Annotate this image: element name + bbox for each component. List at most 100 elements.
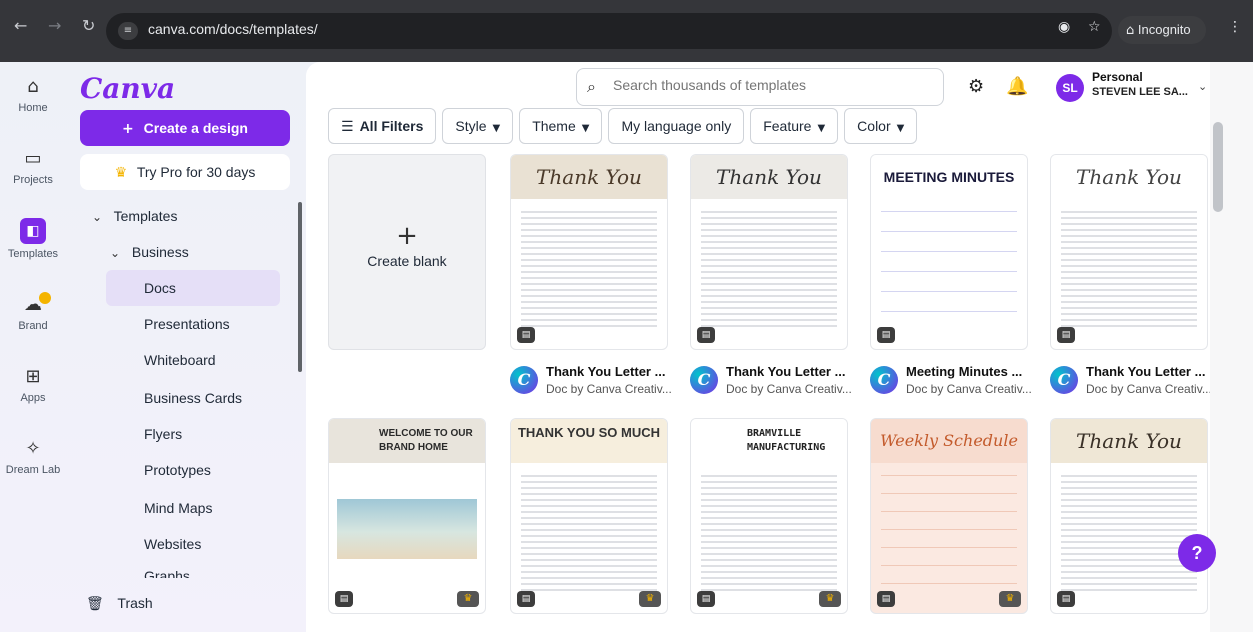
template-title[interactable]: Thank You Letter ... — [1086, 364, 1205, 379]
site-info-icon[interactable]: ≡ — [118, 22, 138, 40]
tree-item-graphs[interactable]: Graphs — [106, 564, 306, 578]
search-input[interactable] — [613, 77, 933, 93]
home-icon: ⌂ — [27, 76, 39, 97]
template-thumbnail[interactable]: WELCOME TO OUR BRAND HOME ▤ ♛ — [328, 418, 486, 614]
trash-button[interactable]: 🗑 Trash — [86, 595, 153, 612]
thumbnail-header: Thank You — [1051, 155, 1207, 199]
template-subtitle: Doc by Canva Creativ... — [1086, 382, 1212, 396]
template-title[interactable]: Thank You Letter ... — [726, 364, 845, 379]
rail-apps[interactable]: ⊞ Apps — [0, 366, 66, 404]
back-arrow-icon[interactable]: ← — [14, 16, 27, 35]
canva-app: ⌂ Home ▭ Projects ◧ Templates ☁ Brand ⊞ … — [0, 62, 1253, 632]
settings-icon[interactable]: ⚙ — [968, 76, 984, 97]
dream-lab-icon: ✧ — [25, 438, 41, 459]
tree-item-docs[interactable]: Docs — [106, 270, 280, 306]
crown-icon: ♛ — [114, 165, 128, 181]
color-filter[interactable]: Color ▼ — [844, 108, 918, 144]
scrollbar-thumb[interactable] — [1213, 122, 1223, 212]
rail-home[interactable]: ⌂ Home — [0, 76, 66, 114]
template-thumbnail[interactable]: Weekly Schedule ▤ ♛ — [870, 418, 1028, 614]
pro-crown-icon: ♛ — [819, 591, 841, 607]
tree-templates[interactable]: ⌄ Templates — [80, 198, 280, 234]
template-thumbnail[interactable]: Thank You ▤ — [690, 154, 848, 350]
template-grid: + Create blank Thank You ▤ C Thank You L… — [328, 154, 1228, 632]
rail-brand[interactable]: ☁ Brand — [0, 292, 66, 332]
tree-item-presentations[interactable]: Presentations — [106, 306, 306, 342]
url-text[interactable]: canva.com/docs/templates/ — [148, 21, 318, 37]
template-subtitle: Doc by Canva Creativ... — [726, 382, 852, 396]
thumbnail-text-lines — [1061, 211, 1197, 327]
template-thumbnail[interactable]: THANK YOU SO MUCH ▤ ♛ — [510, 418, 668, 614]
canva-logo[interactable]: Canva — [80, 72, 175, 105]
rail-brand-label: Brand — [18, 320, 48, 332]
rail-dream-lab-label: Dream Lab — [5, 464, 61, 476]
feature-filter-label: Feature — [763, 118, 812, 134]
beach-photo — [337, 499, 477, 559]
rail-projects[interactable]: ▭ Projects — [0, 148, 66, 186]
rail-templates[interactable]: ◧ Templates — [0, 218, 66, 260]
template-title[interactable]: Thank You Letter ... — [546, 364, 665, 379]
star-icon[interactable]: ☆ — [1088, 19, 1101, 35]
main-scrollbar[interactable] — [1210, 62, 1253, 632]
canva-creator-icon: C — [870, 366, 898, 394]
trash-label: Trash — [117, 595, 153, 611]
avatar[interactable]: SL — [1056, 74, 1084, 102]
search-icon: ⌕ — [587, 77, 596, 96]
template-thumbnail[interactable]: Thank You ▤ — [1050, 418, 1208, 614]
rail-templates-label: Templates — [7, 248, 59, 260]
thumbnail-header: THANK YOU SO MUCH — [511, 419, 667, 463]
panel-scrollbar[interactable] — [298, 202, 302, 372]
filter-sliders-icon: ☰ — [341, 119, 354, 135]
doc-type-icon: ▤ — [877, 327, 895, 343]
all-filters-button[interactable]: ☰ All Filters — [328, 108, 437, 144]
eye-off-icon[interactable]: ◉ — [1058, 19, 1070, 35]
rail-apps-label: Apps — [20, 392, 46, 404]
rail-dream-lab[interactable]: ✧ Dream Lab — [0, 438, 66, 476]
canva-creator-icon: C — [1050, 366, 1078, 394]
thumbnail-header: Thank You — [691, 155, 847, 199]
tree-item-business-cards[interactable]: Business Cards — [106, 380, 306, 416]
plus-icon: + — [396, 221, 418, 251]
forward-arrow-icon[interactable]: → — [48, 16, 61, 35]
account-user[interactable]: STEVEN LEE SA... — [1092, 86, 1188, 98]
thumbnail-text-lines — [521, 475, 657, 591]
account-name[interactable]: Personal — [1092, 70, 1143, 84]
help-button[interactable]: ? — [1178, 534, 1216, 572]
thumbnail-header: MEETING MINUTES — [871, 155, 1027, 199]
apps-icon: ⊞ — [25, 366, 41, 387]
reload-icon[interactable]: ↻ — [82, 16, 95, 35]
template-thumbnail[interactable]: MEETING MINUTES ▤ — [870, 154, 1028, 350]
thumbnail-text-lines — [701, 475, 837, 591]
tree-item-prototypes[interactable]: Prototypes — [106, 452, 306, 488]
chevron-down-icon: ▼ — [817, 123, 826, 134]
feature-filter[interactable]: Feature ▼ — [750, 108, 839, 144]
template-subtitle: Doc by Canva Creativ... — [546, 382, 672, 396]
tree-business[interactable]: ⌄ Business — [80, 234, 280, 270]
search-box[interactable]: ⌕ — [576, 68, 944, 106]
language-filter[interactable]: My language only — [608, 108, 745, 144]
canva-creator-icon: C — [510, 366, 538, 394]
thumbnail-header: Thank You — [511, 155, 667, 199]
all-filters-label: All Filters — [359, 118, 424, 134]
template-title[interactable]: Meeting Minutes ... — [906, 364, 1022, 379]
side-panel: Canva + Create a design ♛ Try Pro for 30… — [66, 62, 306, 632]
chevron-down-icon[interactable]: ⌄ — [1198, 80, 1207, 93]
chevron-down-icon: ⌄ — [92, 210, 103, 224]
create-design-button[interactable]: + Create a design — [80, 110, 290, 146]
tree-item-websites[interactable]: Websites — [106, 526, 306, 562]
bell-icon[interactable]: 🔔 — [1006, 76, 1028, 97]
incognito-badge[interactable]: ⌂ Incognito — [1118, 16, 1206, 44]
folder-icon: ▭ — [24, 148, 42, 169]
template-thumbnail[interactable]: BRAMVILLE MANUFACTURING ▤ ♛ — [690, 418, 848, 614]
theme-filter[interactable]: Theme ▼ — [519, 108, 603, 144]
template-thumbnail[interactable]: Thank You ▤ — [510, 154, 668, 350]
create-blank-tile[interactable]: + Create blank — [328, 154, 486, 350]
try-pro-button[interactable]: ♛ Try Pro for 30 days — [80, 154, 290, 190]
template-thumbnail[interactable]: Thank You ▤ — [1050, 154, 1208, 350]
theme-filter-label: Theme — [532, 118, 576, 134]
tree-item-flyers[interactable]: Flyers — [106, 416, 306, 452]
tree-item-mind-maps[interactable]: Mind Maps — [106, 490, 306, 526]
tree-item-whiteboard[interactable]: Whiteboard — [106, 342, 306, 378]
menu-dots-icon[interactable]: ⋮ — [1228, 19, 1242, 35]
style-filter[interactable]: Style ▼ — [442, 108, 514, 144]
